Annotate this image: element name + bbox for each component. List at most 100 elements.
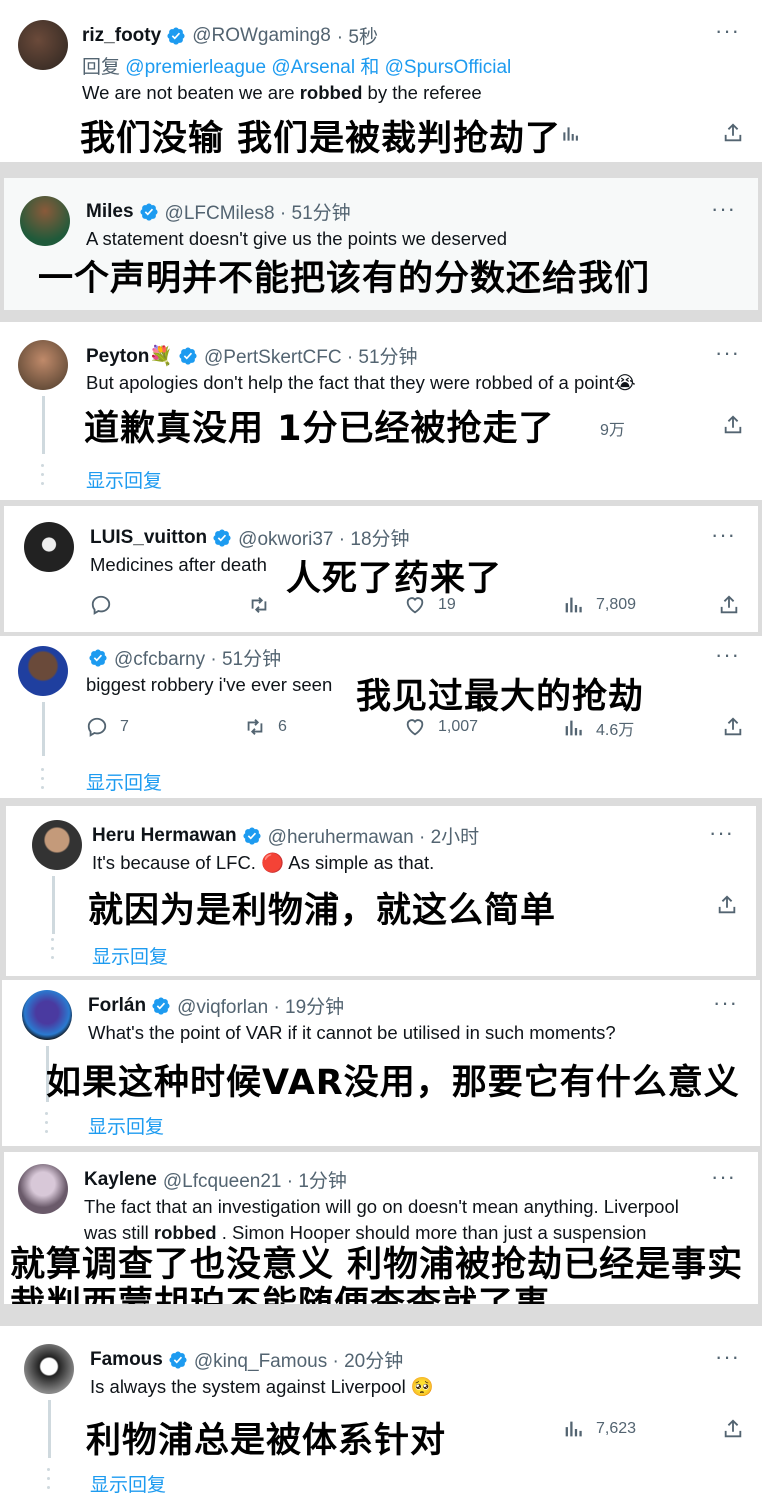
tweet-card[interactable]: Heru Hermawan @heruhermawan · 2小时 ··· It… (6, 806, 756, 976)
views-icon[interactable] (562, 717, 584, 739)
more-options-icon[interactable]: ··· (711, 1164, 736, 1190)
verified-icon (178, 346, 198, 366)
thread-dots (51, 938, 55, 965)
timestamp[interactable]: · 5秒 (337, 22, 378, 49)
author-name[interactable]: Heru Hermawan (92, 825, 237, 847)
tweet-card[interactable]: LUIS_vuitton @okwori37 · 18分钟 ··· Medici… (4, 506, 758, 632)
tweet-card[interactable]: riz_footy @ROWgaming8 · 5秒 ··· 回复 @premi… (0, 0, 762, 162)
show-replies-link[interactable]: 显示回复 (88, 1112, 164, 1139)
verified-icon (151, 996, 171, 1016)
views-count[interactable]: 4.6万 (596, 716, 634, 740)
like-count[interactable]: 1,007 (438, 718, 478, 736)
caption-overlay: 利物浦总是被体系针对 (86, 1421, 447, 1461)
tweet-card[interactable]: Peyton💐 @PertSkertCFC · 51分钟 ··· But apo… (0, 322, 762, 500)
thread-line (48, 1400, 51, 1458)
author-name[interactable]: LUIS_vuitton (90, 527, 207, 549)
tweet-text: We are not beaten we are robbed by the r… (82, 82, 482, 103)
tweet-text: The fact that an investigation will go o… (84, 1196, 679, 1217)
retweet-icon[interactable] (248, 594, 270, 616)
share-icon[interactable] (722, 1418, 744, 1440)
verified-icon (88, 648, 108, 668)
reply-to-line: 回复 @premierleague @Arsenal 和 @SpursOffic… (82, 52, 511, 79)
tweet-card[interactable]: Kaylene @Lfcqueen21 · 1分钟 ··· The fact t… (4, 1152, 758, 1304)
tweet-text: What's the point of VAR if it cannot be … (88, 1022, 616, 1043)
more-options-icon[interactable]: ··· (713, 990, 738, 1016)
author-handle[interactable]: @kinq_Famous · 20分钟 (194, 1346, 403, 1373)
avatar[interactable] (18, 646, 68, 696)
show-replies-link[interactable]: 显示回复 (92, 942, 168, 969)
author-handle[interactable]: @LFCMiles8 · 51分钟 (165, 198, 351, 225)
author-name[interactable]: Famous (90, 1349, 163, 1371)
tweet-text: Is always the system against Liverpool 🥺 (90, 1376, 434, 1397)
show-replies-link[interactable]: 显示回复 (90, 1470, 166, 1497)
like-icon[interactable] (404, 716, 426, 738)
author-name[interactable]: riz_footy (82, 25, 161, 47)
tweet-card[interactable]: Famous @kinq_Famous · 20分钟 ··· Is always… (0, 1326, 762, 1502)
views-icon[interactable] (562, 594, 584, 616)
share-icon[interactable] (718, 594, 740, 616)
views-count[interactable]: 7,809 (596, 596, 636, 614)
show-replies-link[interactable]: 显示回复 (86, 768, 162, 795)
avatar[interactable] (20, 196, 70, 246)
retweet-icon[interactable] (244, 716, 266, 738)
tweet-card[interactable]: Miles @LFCMiles8 · 51分钟 ··· A statement … (4, 178, 758, 310)
thread-dots (41, 464, 45, 491)
avatar[interactable] (18, 340, 68, 390)
avatar[interactable] (32, 820, 82, 870)
author-handle[interactable]: @ROWgaming8 (192, 25, 331, 47)
share-icon[interactable] (722, 716, 744, 738)
avatar[interactable] (18, 20, 68, 70)
mention-link[interactable]: @Arsenal (271, 57, 355, 78)
caption-overlay: 我见过最大的抢劫 (356, 677, 645, 717)
views-count[interactable]: 7,623 (596, 1420, 636, 1438)
reply-icon[interactable] (90, 594, 112, 616)
verified-icon (242, 826, 262, 846)
mention-link[interactable]: @SpursOfficial (385, 57, 512, 78)
reply-icon[interactable] (86, 716, 108, 738)
reply-count[interactable]: 7 (120, 718, 129, 736)
more-options-icon[interactable]: ··· (711, 522, 736, 548)
thread-line (42, 396, 45, 454)
tweet-card[interactable]: @cfcbarny · 51分钟 ··· biggest robbery i'v… (0, 636, 762, 798)
author-handle[interactable]: @okwori37 · 18分钟 (238, 524, 409, 551)
verified-icon (139, 202, 159, 222)
author-handle[interactable]: @cfcbarny · 51分钟 (114, 644, 281, 671)
thread-dots (45, 1112, 49, 1139)
thread-dots (41, 768, 45, 795)
author-handle[interactable]: @heruhermawan · 2小时 (268, 822, 479, 849)
share-icon[interactable] (722, 122, 744, 144)
mention-link[interactable]: @premierleague (125, 57, 266, 78)
author-name[interactable]: Peyton💐 (86, 344, 173, 368)
author-name[interactable]: Kaylene (84, 1169, 157, 1191)
views-icon[interactable] (560, 124, 580, 144)
retweet-count[interactable]: 6 (278, 718, 287, 736)
show-replies-link[interactable]: 显示回复 (86, 466, 162, 493)
views-icon[interactable] (562, 1418, 584, 1440)
more-options-icon[interactable]: ··· (709, 820, 734, 846)
caption-overlay: 我们没输 我们是被裁判抢劫了 (80, 119, 562, 159)
verified-icon (166, 26, 186, 46)
reply-prefix: 回复 (82, 57, 121, 78)
author-name[interactable]: Forlán (88, 995, 146, 1017)
avatar[interactable] (24, 1344, 74, 1394)
avatar[interactable] (24, 522, 74, 572)
verified-icon (168, 1350, 188, 1370)
more-options-icon[interactable]: ··· (715, 18, 740, 44)
author-name[interactable]: Miles (86, 201, 134, 223)
avatar[interactable] (22, 990, 72, 1040)
more-options-icon[interactable]: ··· (715, 340, 740, 366)
more-options-icon[interactable]: ··· (711, 196, 736, 222)
share-icon[interactable] (722, 414, 744, 436)
thread-dots (47, 1468, 51, 1495)
like-count[interactable]: 19 (438, 596, 456, 614)
author-handle[interactable]: @Lfcqueen21 · 1分钟 (163, 1166, 347, 1193)
more-options-icon[interactable]: ··· (715, 642, 740, 668)
author-handle[interactable]: @PertSkertCFC · 51分钟 (204, 342, 418, 369)
share-icon[interactable] (716, 894, 738, 916)
author-handle[interactable]: @viqforlan · 19分钟 (177, 992, 344, 1019)
like-icon[interactable] (404, 594, 426, 616)
avatar[interactable] (18, 1164, 68, 1214)
more-options-icon[interactable]: ··· (715, 1344, 740, 1370)
views-count[interactable]: 9万 (600, 416, 625, 440)
tweet-card[interactable]: Forlán @viqforlan · 19分钟 ··· What's the … (2, 980, 760, 1146)
